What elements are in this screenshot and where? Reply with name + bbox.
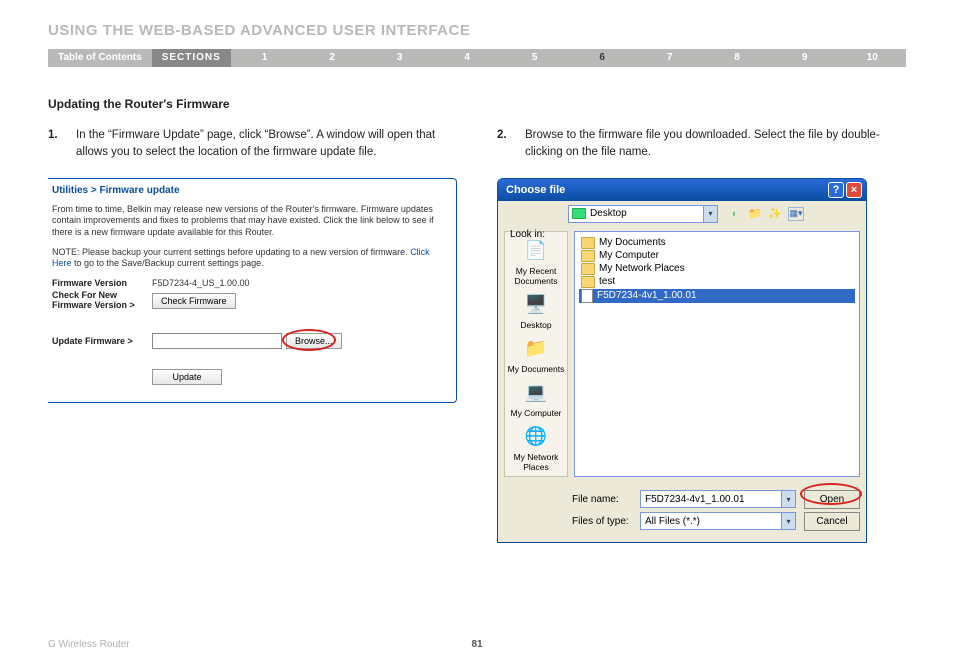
section-link-7[interactable]: 7 (636, 49, 704, 67)
file-name: My Documents (599, 237, 666, 248)
place-desktop[interactable]: 🖥️ Desktop (506, 290, 566, 330)
file-list[interactable]: My Documents My Computer My Network Plac… (574, 231, 860, 477)
choose-file-dialog: Choose file ? × Look in: Desktop ▾ ◐ (497, 178, 867, 543)
page-footer: G Wireless Router 81 (0, 639, 954, 650)
firmware-file-input[interactable] (152, 333, 282, 349)
help-icon[interactable]: ? (828, 182, 844, 198)
documents-icon: 📁 (521, 336, 551, 362)
place-recent-label: My Recent Documents (506, 266, 566, 286)
sections-label: SECTIONS (152, 49, 231, 67)
desktop-place-icon: 🖥️ (521, 292, 551, 318)
update-fw-label: Update Firmware > (52, 336, 152, 346)
section-nav: Table of Contents SECTIONS 1 2 3 4 5 6 7… (48, 49, 906, 67)
place-desktop-label: Desktop (506, 320, 566, 330)
section-link-2[interactable]: 2 (298, 49, 366, 67)
place-computer-label: My Computer (506, 408, 566, 418)
list-item[interactable]: My Network Places (579, 263, 855, 275)
subheading: Updating the Router's Firmware (48, 97, 457, 111)
lookin-label: Look in: (510, 229, 545, 240)
place-computer[interactable]: 💻 My Computer (506, 378, 566, 418)
note-suffix: to go to the Save/Backup current setting… (72, 258, 264, 268)
list-item[interactable]: My Computer (579, 250, 855, 262)
page-title: USING THE WEB-BASED ADVANCED USER INTERF… (0, 0, 954, 49)
section-link-6[interactable]: 6 (568, 49, 636, 67)
step-2-text: Browse to the firmware file you download… (525, 127, 906, 162)
toc-link[interactable]: Table of Contents (48, 49, 152, 67)
file-icon (581, 289, 593, 303)
page-number: 81 (471, 639, 482, 650)
footer-brand: G Wireless Router (48, 639, 130, 650)
folder-icon (581, 237, 595, 249)
place-network[interactable]: 🌐My Network Places (506, 422, 566, 472)
firmware-update-panel: Utilities > Firmware update From time to… (48, 178, 457, 403)
folder-icon (581, 276, 595, 288)
new-folder-icon[interactable]: ✨ (768, 207, 782, 221)
note-prefix: NOTE: Please backup your current setting… (52, 247, 410, 257)
place-documents[interactable]: 📁 My Documents (506, 334, 566, 374)
section-link-10[interactable]: 10 (838, 49, 906, 67)
dialog-titlebar[interactable]: Choose file ? × (498, 179, 866, 201)
recent-icon: 📄 (521, 238, 551, 264)
cancel-button[interactable]: Cancel (804, 512, 860, 531)
check-fw-label: Check For New Firmware Version > (52, 291, 152, 311)
desktop-icon (572, 208, 586, 219)
lookin-dropdown[interactable]: Desktop ▾ (568, 205, 718, 223)
place-recent[interactable]: 📄My Recent Documents (506, 236, 566, 286)
filename-value: F5D7234-4v1_1.00.01 (645, 494, 745, 505)
fw-version-label: Firmware Version (52, 278, 152, 288)
computer-icon: 💻 (521, 380, 551, 406)
step-1-num: 1. (48, 127, 64, 162)
folder-icon (581, 250, 595, 262)
panel-description: From time to time, Belkin may release ne… (52, 204, 446, 239)
place-documents-label: My Documents (506, 364, 566, 374)
filetype-label: Files of type: (572, 516, 632, 527)
step-2: 2. Browse to the firmware file you downl… (497, 127, 906, 162)
filename-input[interactable]: F5D7234-4v1_1.00.01 ▾ (640, 490, 796, 508)
panel-breadcrumb: Utilities > Firmware update (52, 185, 446, 196)
check-firmware-button[interactable]: Check Firmware (152, 293, 236, 309)
list-item[interactable]: test (579, 276, 855, 288)
file-name: My Network Places (599, 263, 685, 274)
section-link-1[interactable]: 1 (231, 49, 299, 67)
filetype-value: All Files (*.*) (645, 516, 700, 527)
section-link-3[interactable]: 3 (366, 49, 434, 67)
chevron-down-icon: ▾ (703, 206, 717, 222)
folder-icon (581, 263, 595, 275)
step-1: 1. In the “Firmware Update” page, click … (48, 127, 457, 162)
step-1-text: In the “Firmware Update” page, click “Br… (76, 127, 457, 162)
section-link-5[interactable]: 5 (501, 49, 569, 67)
section-link-8[interactable]: 8 (703, 49, 771, 67)
section-link-4[interactable]: 4 (433, 49, 501, 67)
list-item[interactable]: My Documents (579, 237, 855, 249)
list-item-selected[interactable]: F5D7234-4v1_1.00.01 (579, 289, 855, 303)
open-button[interactable]: Open (804, 490, 860, 509)
view-menu-icon[interactable]: ▦▾ (788, 207, 804, 221)
file-name: test (599, 276, 615, 287)
filetype-dropdown[interactable]: All Files (*.*) ▾ (640, 512, 796, 530)
section-link-9[interactable]: 9 (771, 49, 839, 67)
browse-button[interactable]: Browse... (286, 333, 342, 349)
panel-note: NOTE: Please backup your current setting… (52, 247, 446, 270)
update-button[interactable]: Update (152, 369, 222, 385)
step-2-num: 2. (497, 127, 513, 162)
filename-label: File name: (572, 494, 632, 505)
file-name: My Computer (599, 250, 659, 261)
up-icon[interactable]: 📁 (748, 207, 762, 221)
network-icon: 🌐 (521, 424, 551, 450)
lookin-value: Desktop (590, 208, 627, 219)
back-icon[interactable]: ◐ (728, 207, 742, 221)
file-name: F5D7234-4v1_1.00.01 (597, 290, 697, 301)
places-bar: 📄My Recent Documents 🖥️ Desktop 📁 My Docum… (504, 231, 568, 477)
chevron-down-icon: ▾ (781, 491, 795, 507)
dialog-title: Choose file (506, 184, 565, 196)
fw-version-value: F5D7234-4_US_1.00.00 (152, 278, 250, 288)
close-icon[interactable]: × (846, 182, 862, 198)
section-items: 1 2 3 4 5 6 7 8 9 10 (231, 49, 906, 67)
chevron-down-icon: ▾ (781, 513, 795, 529)
place-network-label: My Network Places (506, 452, 566, 472)
